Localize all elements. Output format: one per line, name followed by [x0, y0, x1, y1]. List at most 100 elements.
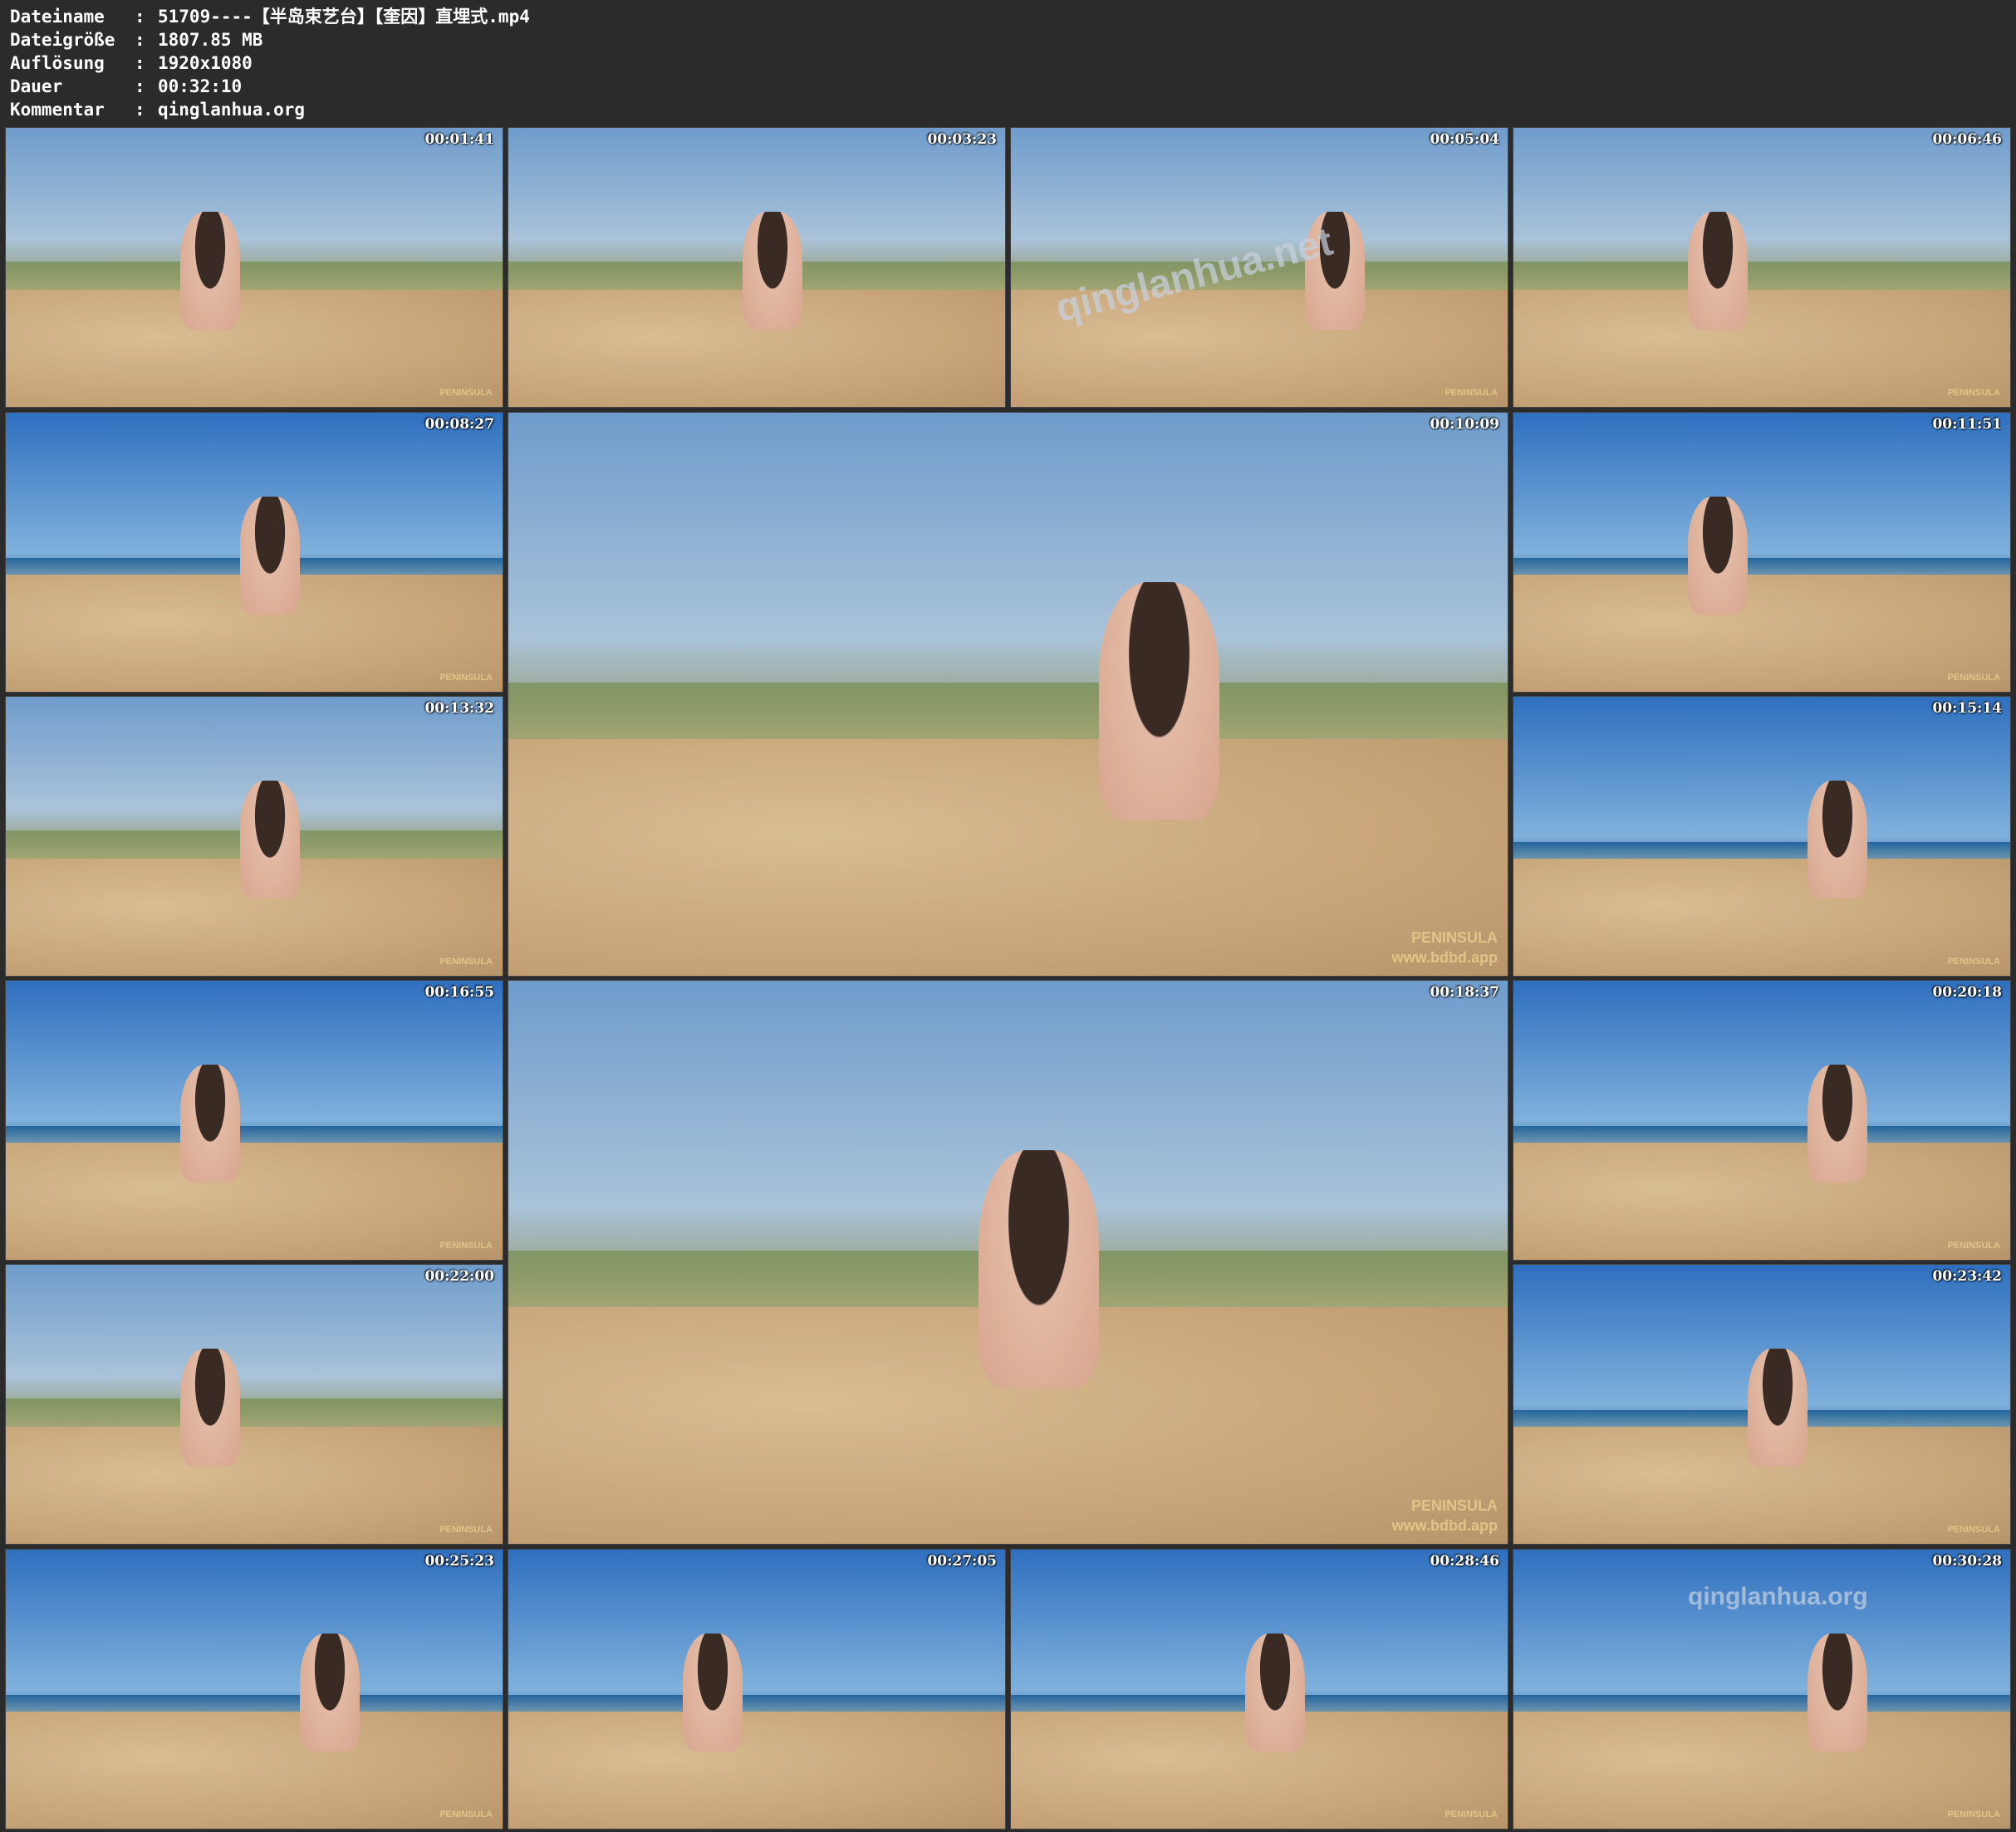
background-strip — [6, 262, 503, 290]
file-info-header: Dateiname : 51709----【半岛束艺台】【奎因】直埋式.mp4 … — [10, 5, 530, 121]
logo-text: PENINSULA — [439, 388, 493, 398]
person-figure — [180, 1349, 240, 1467]
sand-ground — [508, 1711, 1005, 1829]
sand-ground — [1513, 289, 2010, 407]
peninsula-logo: PENINSULA — [439, 1241, 493, 1252]
logo-text: PENINSULA — [1410, 1497, 1498, 1514]
sand-ground — [6, 289, 503, 407]
peninsula-logo: PENINSULA — [439, 1525, 493, 1536]
comment-label: Kommentar — [10, 100, 105, 120]
background-strip — [1513, 557, 2010, 575]
background-strip — [6, 1125, 503, 1143]
frame-timestamp: 00:01:41 — [424, 131, 494, 148]
sand-ground — [6, 1142, 503, 1260]
logo-text: PENINSULA — [1947, 957, 2000, 967]
thumbnail-frame: 00:10:09 PENINSULA www.bdbd.app — [508, 412, 1508, 977]
comment-separator: : — [135, 100, 145, 120]
peninsula-logo: PENINSULA — [1947, 673, 2000, 683]
frame-timestamp: 00:22:00 — [424, 1268, 494, 1285]
person-figure — [1808, 781, 1867, 899]
sand-ground — [508, 739, 1508, 976]
background-strip — [1513, 262, 2010, 290]
person-figure — [1245, 1634, 1305, 1752]
frame-timestamp: 00:23:42 — [1932, 1268, 2002, 1285]
frame-timestamp: 00:03:23 — [927, 131, 997, 148]
background-strip — [508, 683, 1508, 740]
frame-timestamp: 00:05:04 — [1430, 131, 1499, 148]
thumbnail-frame: 00:08:27 PENINSULA — [5, 412, 503, 693]
person-figure — [240, 497, 300, 615]
logo-text: PENINSULA — [1947, 388, 2000, 398]
peninsula-logo: PENINSULA — [1445, 388, 1498, 399]
logo-text: PENINSULA — [439, 957, 493, 967]
frame-timestamp: 00:10:09 — [1430, 416, 1499, 433]
frame-timestamp: 00:18:37 — [1430, 984, 1499, 1001]
logo-text: PENINSULA — [1445, 1810, 1498, 1820]
thumbnail-frame: 00:01:41 PENINSULA — [5, 127, 503, 408]
logo-text: PENINSULA — [1410, 929, 1498, 946]
person-figure — [1688, 212, 1748, 331]
thumbnail-frame: 00:18:37 PENINSULA www.bdbd.app — [508, 980, 1508, 1545]
logo-text: PENINSULA — [1947, 1525, 2000, 1535]
peninsula-logo: PENINSULA — [1947, 1241, 2000, 1252]
thumbnail-frame: 00:27:05 — [508, 1549, 1006, 1830]
peninsula-logo: PENINSULA www.bdbd.app — [1392, 928, 1498, 967]
background-strip — [1513, 1694, 2010, 1712]
person-figure — [300, 1634, 360, 1752]
person-figure — [683, 1634, 743, 1752]
person-figure — [240, 781, 300, 899]
info-row-duration: Dauer : 00:32:10 — [10, 75, 530, 98]
frame-timestamp: 00:28:46 — [1430, 1553, 1499, 1570]
thumbnail-frame: 00:05:04 PENINSULA qinglanhua.net — [1010, 127, 1508, 408]
filename-label: Dateiname — [10, 7, 105, 27]
sand-ground — [6, 1711, 503, 1829]
person-figure — [1688, 497, 1748, 615]
thumbnail-frame: 00:20:18 PENINSULA — [1513, 980, 2011, 1261]
thumbnail-frame: 00:15:14 PENINSULA — [1513, 696, 2011, 977]
background-strip — [6, 1398, 503, 1427]
thumbnail-frame: 00:28:46 PENINSULA — [1010, 1549, 1508, 1830]
sand-ground — [1513, 1711, 2010, 1829]
logo-text: PENINSULA — [439, 1810, 493, 1820]
logo-text: PENINSULA — [439, 1525, 493, 1535]
thumbnail-frame: 00:06:46 PENINSULA — [1513, 127, 2011, 408]
filename-value: 51709----【半岛束艺台】【奎因】直埋式.mp4 — [158, 7, 530, 27]
info-row-filename: Dateiname : 51709----【半岛束艺台】【奎因】直埋式.mp4 — [10, 5, 530, 28]
logo-text: PENINSULA — [1947, 1810, 2000, 1820]
frame-timestamp: 00:11:51 — [1932, 416, 2002, 433]
peninsula-logo: PENINSULA — [439, 957, 493, 967]
info-row-comment: Kommentar : qinglanhua.org — [10, 98, 530, 121]
person-figure — [1098, 582, 1219, 820]
frame-timestamp: 00:08:27 — [424, 416, 494, 433]
thumbnail-frame: 00:13:32 PENINSULA — [5, 696, 503, 977]
peninsula-logo: PENINSULA — [1947, 1525, 2000, 1536]
resolution-value: 1920x1080 — [158, 53, 253, 73]
peninsula-logo: PENINSULA www.bdbd.app — [1392, 1496, 1498, 1536]
peninsula-logo: PENINSULA — [439, 388, 493, 399]
filesize-value: 1807.85 MB — [158, 30, 263, 50]
sand-ground — [1513, 574, 2010, 692]
sand-ground — [6, 1426, 503, 1544]
background-strip — [508, 1694, 1005, 1712]
frame-timestamp: 00:13:32 — [424, 700, 494, 717]
info-row-resolution: Auflösung : 1920x1080 — [10, 51, 530, 75]
peninsula-logo: PENINSULA — [439, 1810, 493, 1820]
peninsula-logo: PENINSULA — [439, 673, 493, 683]
logo-url: www.bdbd.app — [1391, 1517, 1498, 1534]
frame-timestamp: 00:06:46 — [1932, 131, 2002, 148]
logo-text: PENINSULA — [1947, 673, 2000, 683]
frame-timestamp: 00:16:55 — [424, 984, 494, 1001]
duration-label: Dauer — [10, 76, 63, 96]
peninsula-logo: PENINSULA — [1947, 1810, 2000, 1820]
thumbnail-frame: 00:11:51 PENINSULA — [1513, 412, 2011, 693]
thumbnail-frame: 00:16:55 PENINSULA — [5, 980, 503, 1261]
background-strip — [1513, 1125, 2010, 1143]
thumbnail-frame: 00:03:23 — [508, 127, 1006, 408]
thumbnail-frame: 00:25:23 PENINSULA — [5, 1549, 503, 1830]
person-figure — [743, 212, 802, 331]
frame-timestamp: 00:25:23 — [424, 1553, 494, 1570]
duration-value: 00:32:10 — [158, 76, 243, 96]
comment-value: qinglanhua.org — [158, 100, 306, 120]
sand-ground — [1513, 858, 2010, 976]
watermark-text: qinglanhua.org — [1688, 1583, 1868, 1610]
